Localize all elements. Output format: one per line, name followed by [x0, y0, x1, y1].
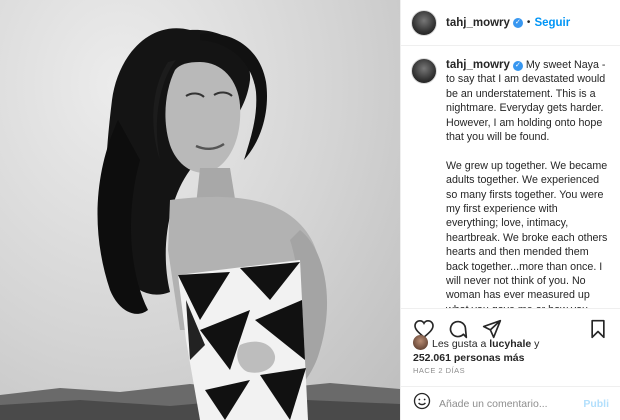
- liker-username[interactable]: lucyhale: [489, 338, 531, 350]
- caption-first-paragraph: My sweet Naya - to say that I am devasta…: [446, 59, 606, 144]
- caption-username[interactable]: tahj_mowry: [446, 59, 510, 71]
- separator-dot: •: [526, 17, 531, 28]
- follow-button[interactable]: Seguir: [534, 17, 570, 29]
- comment-input[interactable]: Añade un comentario...: [439, 398, 583, 410]
- header-username[interactable]: tahj_mowry: [446, 17, 510, 29]
- caption-second-paragraph: We grew up together. We became adults to…: [446, 159, 608, 308]
- avatar[interactable]: [411, 9, 437, 36]
- post-photo[interactable]: [0, 0, 400, 420]
- likes-count[interactable]: 252.061 personas más: [413, 352, 525, 364]
- caption-block: tahj_mowry ✓ My sweet Naya - to say that …: [401, 58, 620, 308]
- post-timestamp[interactable]: HACE 2 DÍAS: [413, 366, 465, 375]
- emoji-icon[interactable]: [413, 392, 431, 415]
- likes-prefix: Les gusta a: [432, 338, 487, 350]
- publish-button[interactable]: Publi: [583, 398, 609, 410]
- likes-suffix: y: [534, 338, 540, 350]
- caption-text: tahj_mowry ✓ My sweet Naya - to say that …: [446, 58, 611, 308]
- caption-verified-icon: ✓: [512, 61, 523, 71]
- portrait-illustration: [0, 28, 400, 420]
- post-header: tahj_mowry ✓ • Seguir: [401, 0, 620, 46]
- verified-icon: ✓: [512, 17, 523, 28]
- caption-avatar[interactable]: [411, 58, 437, 84]
- comment-bar: Añade un comentario... Publi: [401, 386, 620, 420]
- likes-summary: Les gusta a lucyhale y 252.061 personas …: [413, 335, 613, 365]
- liker-avatar[interactable]: [413, 335, 428, 350]
- post-side-panel: tahj_mowry ✓ • Seguir tahj_mowry ✓ My swe…: [400, 0, 620, 420]
